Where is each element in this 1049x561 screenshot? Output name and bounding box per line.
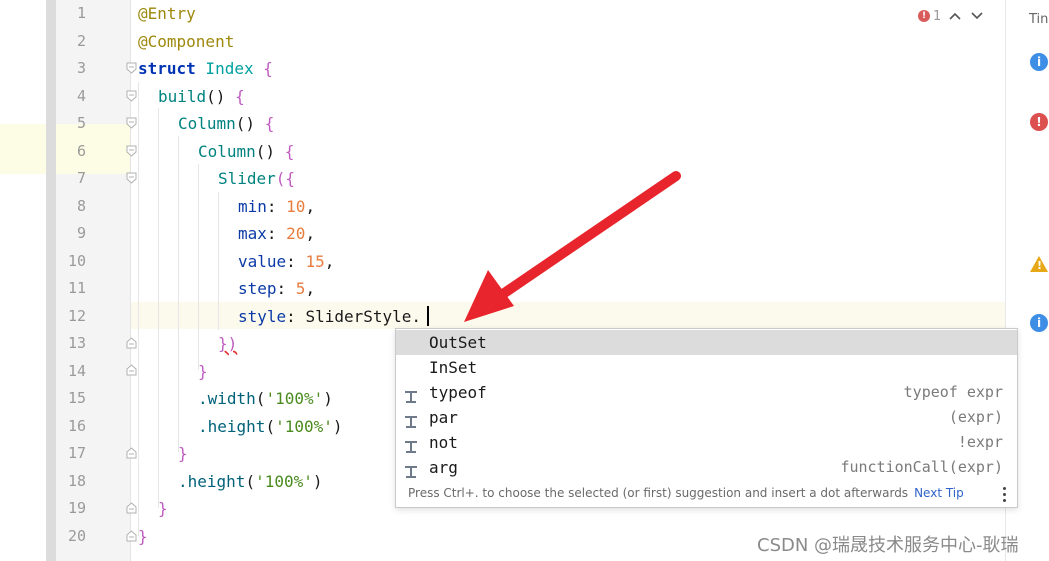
inspection-widget[interactable]: ! 1: [918, 6, 985, 26]
chevron-up-icon[interactable]: [947, 8, 963, 24]
fold-close-icon[interactable]: [126, 530, 137, 542]
code-line[interactable]: @Entry: [138, 0, 196, 27]
fold-close-icon[interactable]: [126, 502, 137, 514]
code-line[interactable]: min: 10,: [238, 193, 315, 220]
fold-open-icon[interactable]: [126, 62, 137, 74]
line-number: 8: [76, 196, 86, 215]
more-options-icon[interactable]: [1003, 487, 1007, 505]
completion-item[interactable]: OutSet: [396, 330, 1017, 355]
fold-close-icon[interactable]: [126, 447, 137, 459]
line-number: 1: [76, 4, 86, 22]
line-number: 19: [67, 499, 86, 517]
info-icon[interactable]: i: [1030, 314, 1048, 332]
line-number: 16: [67, 416, 86, 435]
code-line[interactable]: Column() {: [198, 138, 294, 165]
code-line[interactable]: }: [138, 523, 148, 550]
line-number: 20: [67, 526, 86, 545]
code-line[interactable]: Slider({: [218, 165, 295, 192]
line-number: 9: [76, 224, 86, 242]
code-line[interactable]: }: [158, 495, 168, 522]
text-caret: [427, 306, 429, 326]
watermark: CSDN @瑞晟技术服务中心-耿瑞: [757, 535, 1019, 556]
code-line[interactable]: build() {: [158, 83, 245, 110]
line-number: 12: [67, 306, 86, 325]
line-number: 4: [76, 86, 86, 105]
line-number: 13: [67, 334, 86, 352]
code-line[interactable]: max: 20,: [238, 220, 315, 247]
template-icon: [404, 461, 418, 478]
line-number: 10: [67, 251, 86, 270]
code-line[interactable]: .height('100%'): [198, 413, 343, 440]
line-number: 2: [76, 31, 86, 50]
code-line[interactable]: }): [218, 330, 237, 357]
code-line[interactable]: .width('100%'): [198, 385, 333, 412]
code-line[interactable]: step: 5,: [238, 275, 315, 302]
warning-icon[interactable]: !: [1030, 256, 1048, 272]
code-line[interactable]: Column() {: [178, 110, 274, 137]
line-number: 15: [67, 389, 86, 407]
left-strip: [0, 0, 46, 561]
error-icon[interactable]: !: [1030, 113, 1048, 131]
fold-open-icon[interactable]: [126, 90, 137, 102]
info-icon[interactable]: i: [1030, 53, 1048, 71]
chevron-down-icon[interactable]: [969, 8, 985, 24]
line-number: 17: [67, 444, 86, 462]
completion-item[interactable]: InSet: [396, 355, 1017, 380]
fold-open-icon[interactable]: [126, 117, 137, 129]
template-icon: [404, 436, 418, 453]
fold-close-icon[interactable]: [126, 364, 137, 376]
line-number: 14: [67, 361, 86, 380]
line-number: 18: [67, 471, 86, 490]
fold-open-icon[interactable]: [126, 172, 137, 184]
completion-item[interactable]: not !expr: [396, 430, 1017, 455]
code-line[interactable]: @Component: [138, 28, 234, 55]
fold-open-icon[interactable]: [126, 145, 137, 157]
line-number: 3: [76, 59, 86, 77]
line-number: 5: [76, 114, 86, 132]
template-icon: [404, 411, 418, 428]
code-line[interactable]: .height('100%'): [178, 468, 323, 495]
line-number: 11: [67, 279, 86, 297]
error-icon: !: [918, 10, 930, 22]
line-number: 6: [76, 141, 86, 160]
panel-separator: [46, 0, 56, 561]
code-line[interactable]: value: 15,: [238, 248, 334, 275]
completion-popup[interactable]: OutSet InSet typeof typeof expr par (exp…: [395, 328, 1018, 508]
tool-window-tab[interactable]: Tin: [1029, 12, 1048, 27]
code-line[interactable]: }: [178, 440, 188, 467]
completion-item[interactable]: arg functionCall(expr): [396, 455, 1017, 480]
next-tip-link[interactable]: Next Tip: [914, 486, 964, 500]
code-line[interactable]: style: SliderStyle.: [238, 303, 421, 330]
code-line[interactable]: struct Index {: [138, 55, 273, 82]
error-count-badge[interactable]: ! 1: [918, 9, 941, 24]
fold-close-icon[interactable]: [126, 337, 137, 349]
template-icon: [404, 386, 418, 403]
completion-item[interactable]: typeof typeof expr: [396, 380, 1017, 405]
completion-item[interactable]: par (expr): [396, 405, 1017, 430]
completion-hint: Press Ctrl+. to choose the selected (or …: [408, 486, 964, 500]
code-line[interactable]: }: [198, 358, 208, 385]
line-number: 7: [76, 169, 86, 187]
